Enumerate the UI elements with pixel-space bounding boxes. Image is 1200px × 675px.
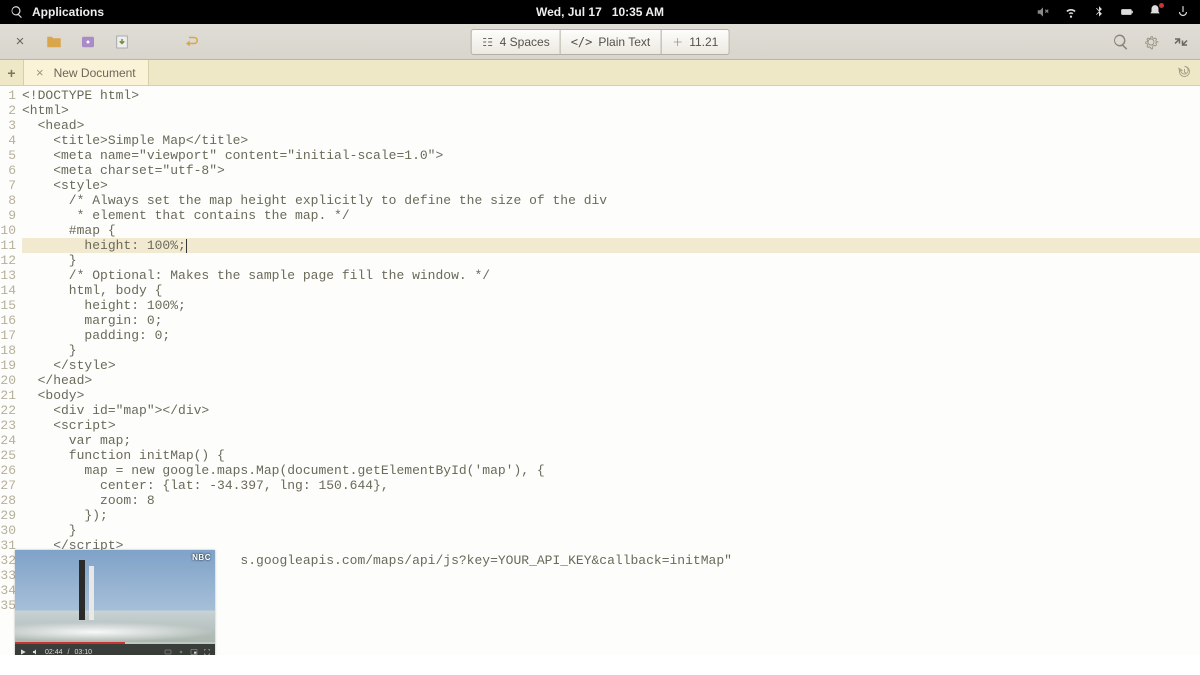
bottom-fade	[0, 655, 1200, 675]
language-selector[interactable]: </> Plain Text	[561, 29, 662, 55]
open-file-button[interactable]	[40, 29, 68, 55]
system-top-bar: Applications Wed, Jul 17 10:35 AM	[0, 0, 1200, 24]
exhaust-plume	[15, 622, 215, 642]
save-button[interactable]	[108, 29, 136, 55]
tab-title: New Document	[54, 66, 136, 80]
new-tab-button[interactable]: +	[0, 60, 24, 85]
topbar-time[interactable]: 10:35 AM	[612, 5, 664, 19]
close-tab-icon[interactable]: ×	[36, 65, 44, 80]
search-icon[interactable]	[1112, 33, 1130, 51]
indent-selector[interactable]: 4 Spaces	[471, 29, 561, 55]
editor-toolbar: × 4 Spaces </> Plain Text 11.21	[0, 24, 1200, 60]
tab-bar: + × New Document	[0, 60, 1200, 86]
close-button[interactable]: ×	[6, 29, 34, 55]
notification-icon[interactable]	[1148, 4, 1162, 18]
open-recent-button[interactable]	[74, 29, 102, 55]
network-logo: NBC	[192, 553, 211, 562]
search-icon[interactable]	[10, 5, 24, 19]
restore-window-icon[interactable]	[1172, 33, 1190, 51]
gear-icon[interactable]	[1142, 33, 1160, 51]
volume-mute-icon[interactable]	[1036, 5, 1050, 19]
bluetooth-icon[interactable]	[1092, 5, 1106, 19]
wifi-icon[interactable]	[1064, 5, 1078, 19]
pip-video-overlay[interactable]: NBC 02:44 / 03:10	[15, 550, 215, 660]
cursor-position[interactable]: 11.21	[661, 29, 729, 55]
undo-button[interactable]	[178, 29, 206, 55]
topbar-date[interactable]: Wed, Jul 17	[536, 5, 602, 19]
launch-tower	[79, 560, 85, 620]
power-icon[interactable]	[1176, 5, 1190, 19]
battery-icon[interactable]	[1120, 5, 1134, 19]
history-icon[interactable]	[1177, 64, 1192, 84]
tab-new-document[interactable]: × New Document	[24, 60, 149, 85]
applications-menu[interactable]: Applications	[32, 5, 104, 19]
rocket	[89, 566, 94, 620]
